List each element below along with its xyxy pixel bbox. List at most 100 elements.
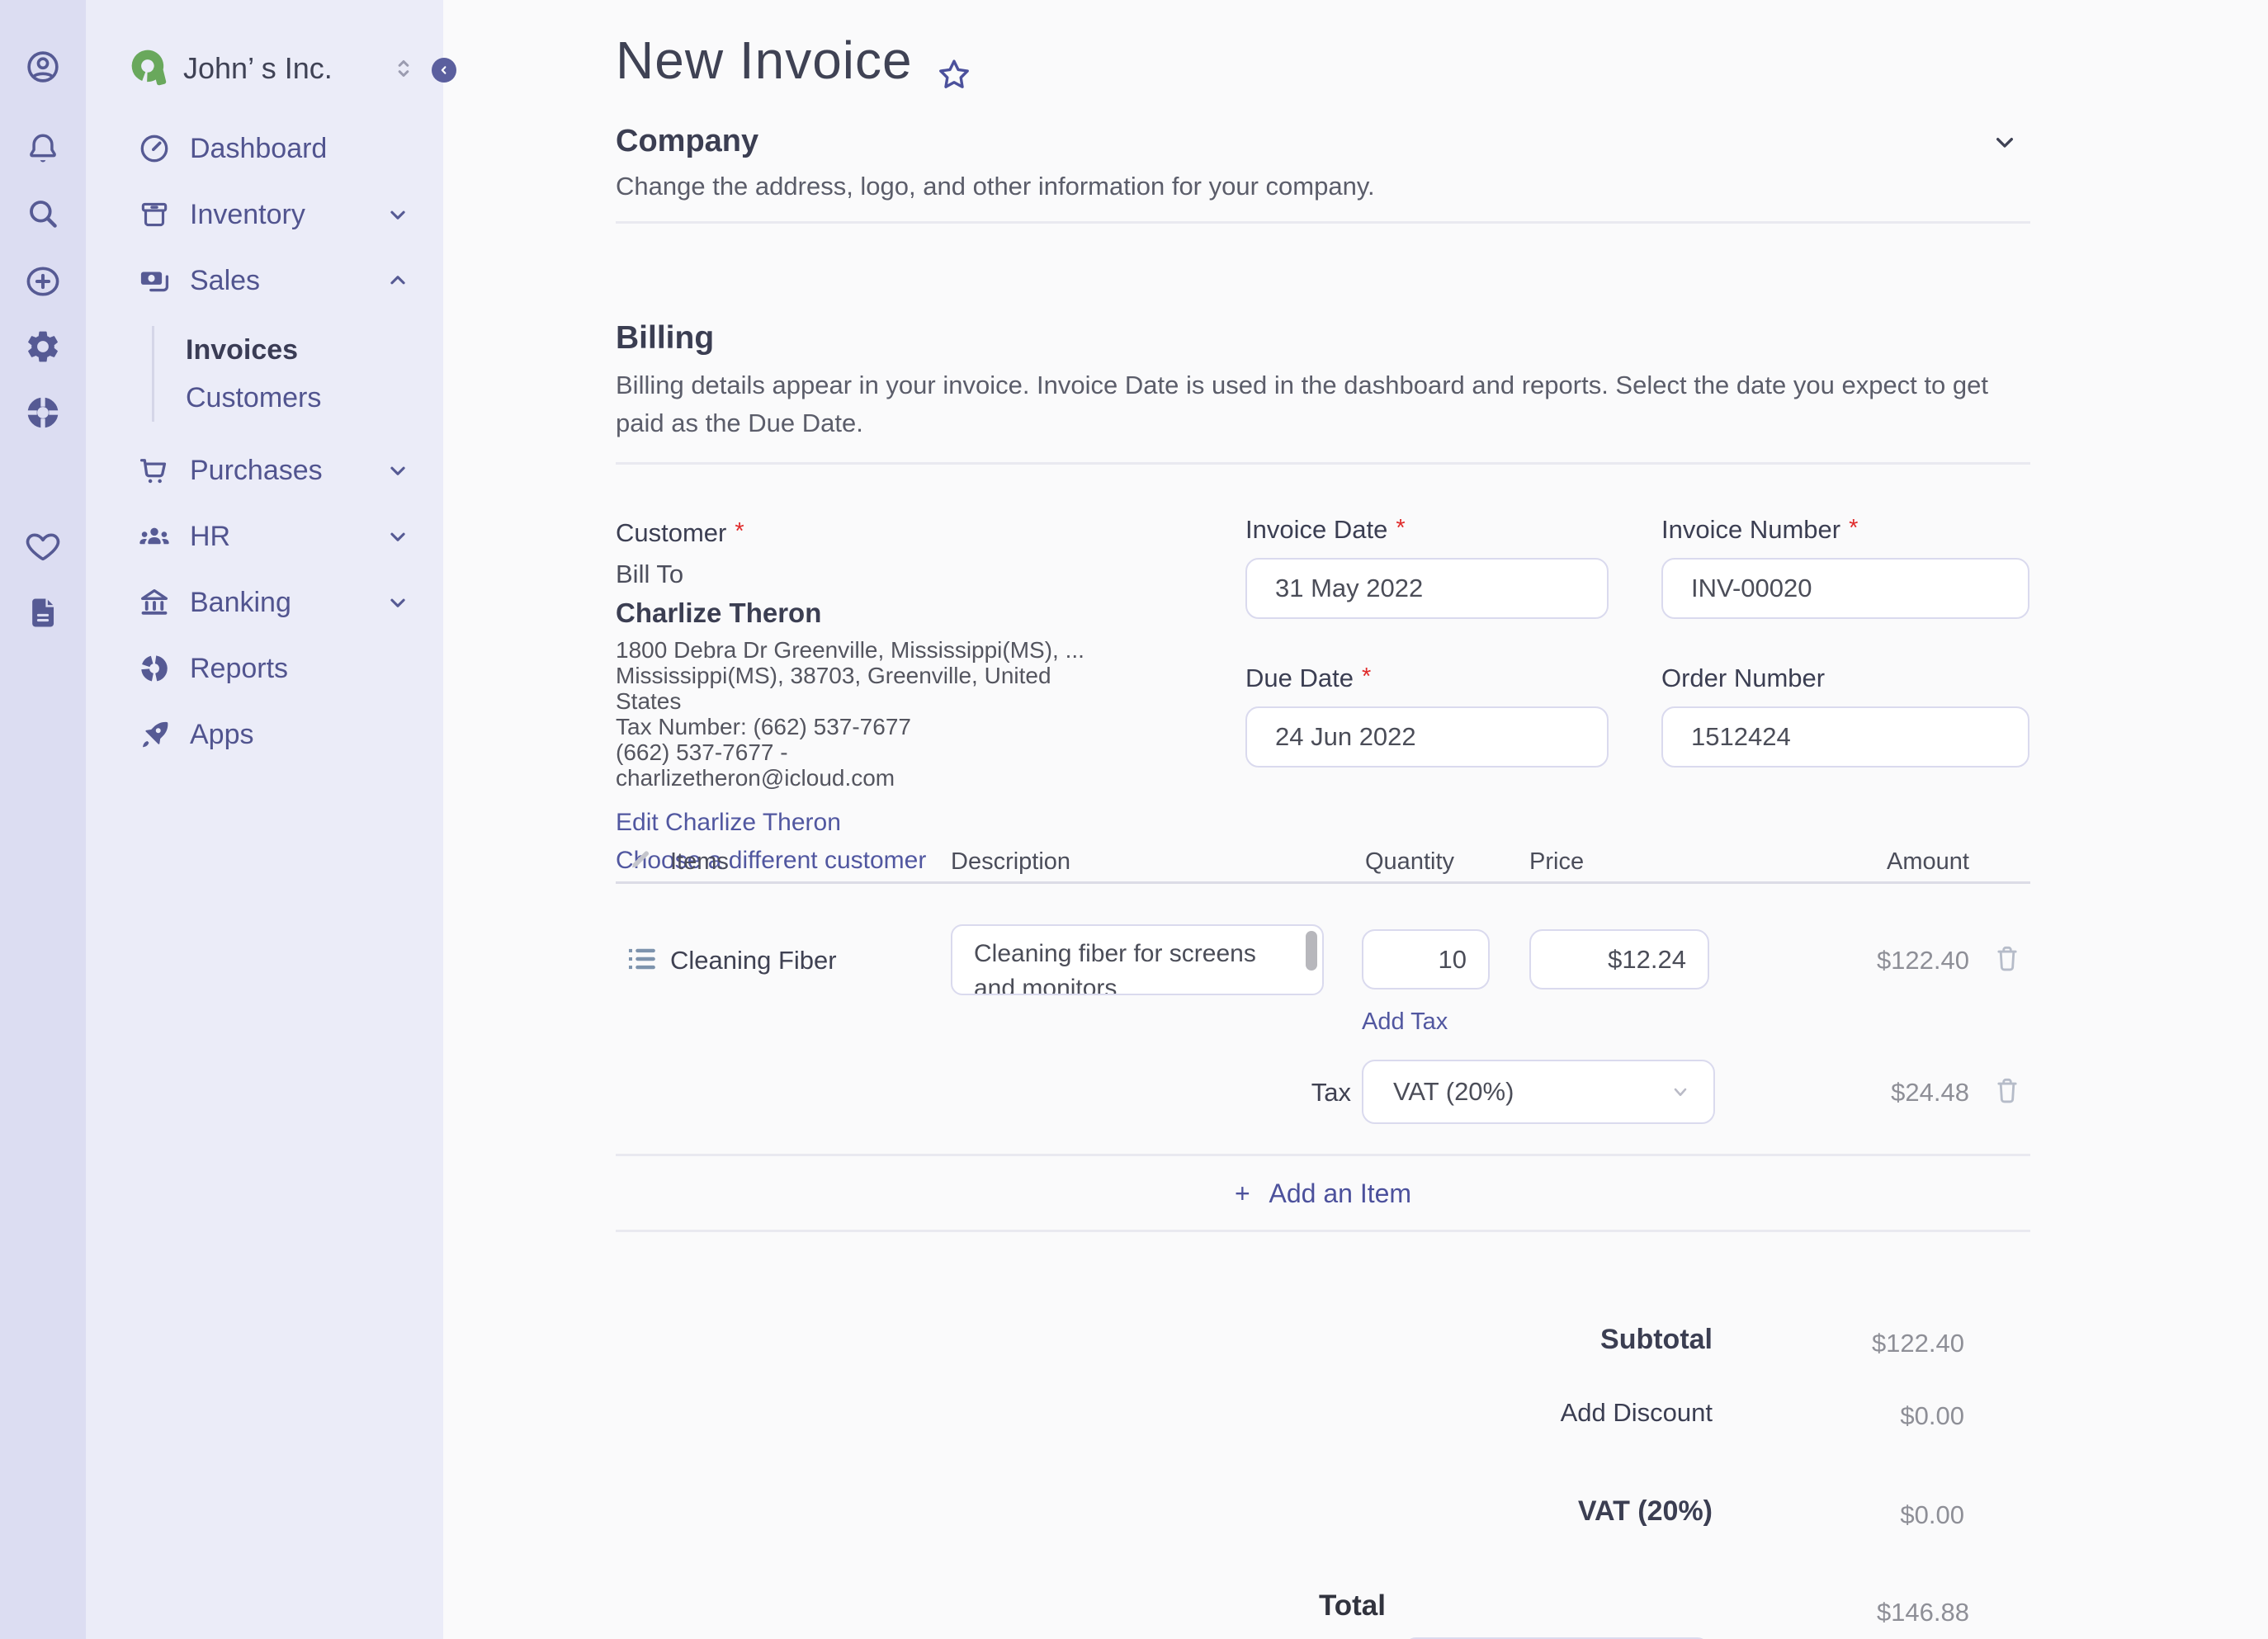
item-price-input[interactable] [1529,929,1709,990]
sidebar-item-banking[interactable]: Banking [86,569,443,635]
page-title-text: New Invoice [616,31,913,90]
sidebar-item-label: Inventory [190,198,305,230]
sales-submenu: Invoices Customers [152,326,443,422]
total-value: $146.88 [1876,1598,1969,1627]
add-item-button[interactable]: + Add an Item [616,1178,2030,1209]
delete-item-trash-icon[interactable] [1992,942,2023,974]
due-date-input[interactable] [1245,706,1609,768]
sidebar-item-label: Reports [190,652,289,684]
due-date-field-group: Due Date * [1245,664,1609,768]
app-canvas: John’ s Inc. Dashboard Inventory Sales I… [0,0,2268,1639]
tax-label: Tax [1311,1078,1351,1107]
apps-rocket-icon [137,717,172,752]
main-content: New Invoice Company Change the address, … [443,0,2268,1639]
address-line: States [616,688,682,714]
invoice-date-label: Invoice Date * [1245,515,1406,544]
add-discount-link[interactable]: Add Discount [1382,1398,1713,1428]
sidebar-collapse-button[interactable] [432,58,456,83]
sidebar-item-sales[interactable]: Sales [86,248,443,314]
column-header-items: Items [670,848,729,875]
add-tax-link[interactable]: Add Tax [1362,1008,1448,1036]
item-quantity-input[interactable] [1362,929,1490,990]
tax-select-value: VAT (20%) [1393,1077,1514,1106]
sidebar-item-dashboard[interactable]: Dashboard [86,116,443,182]
sidebar-item-label: Sales [190,264,261,296]
invoice-number-field-group: Invoice Number * [1661,515,2029,619]
customer-block: Customer * Bill To Charlize Theron 1800 … [616,518,1226,875]
billing-section-description: Billing details appear in your invoice. … [616,371,1988,437]
switch-company-icon[interactable] [390,54,418,83]
required-asterisk: * [735,518,744,545]
plus-icon: + [1234,1178,1250,1208]
hr-people-icon [137,519,172,554]
delete-tax-trash-icon[interactable] [1992,1075,2023,1106]
sidebar-item-inventory[interactable]: Inventory [86,182,443,248]
sidebar-item-label: Apps [190,718,254,750]
sidebar-item-invoices[interactable]: Invoices [154,326,443,374]
sidebar-item-purchases[interactable]: Purchases [86,437,443,503]
company-section-title: Company [616,124,759,158]
banking-bank-icon [137,585,172,620]
item-amount: $122.40 [1876,946,1969,975]
chevron-down-icon [384,456,412,484]
invoice-number-label: Invoice Number * [1661,515,1859,544]
total-label: Total [1318,1589,1386,1622]
bill-to-label: Bill To [616,560,684,588]
sales-icon [137,263,172,298]
settings-gear-icon[interactable] [24,328,62,366]
account-icon[interactable] [24,48,62,86]
company-section-chevron-icon[interactable] [1988,125,2021,158]
item-name: Cleaning Fiber [670,946,837,975]
item-drag-handle-icon[interactable] [623,941,659,977]
column-header-description: Description [951,848,1071,875]
sidebar-item-label: Banking [190,586,291,618]
dashboard-icon [137,131,172,166]
favorites-heart-icon[interactable] [24,527,62,564]
table-header-divider [616,881,2030,884]
edit-customer-link[interactable]: Edit Charlize Theron [616,809,1226,837]
help-lifebuoy-icon[interactable] [24,394,62,432]
subtotal-value: $122.40 [1871,1329,1964,1358]
sidebar-item-customers[interactable]: Customers [154,374,443,422]
company-logo [131,50,167,86]
add-plus-circle-icon[interactable] [24,262,62,300]
favorite-star-icon[interactable] [934,46,974,88]
address-line: 1800 Debra Dr Greenville, Mississippi(MS… [616,637,1084,663]
sidebar-item-label: Purchases [190,454,323,486]
invoice-number-input[interactable] [1661,558,2029,619]
chevron-down-icon [1666,1077,1695,1107]
company-switcher[interactable]: John’ s Inc. [86,0,456,116]
item-description-text: Cleaning fiber for screens and monitors [974,940,1256,995]
discount-value: $0.00 [1900,1401,1964,1430]
icon-rail [0,0,86,1639]
scrollbar-thumb[interactable] [1306,931,1317,971]
invoice-date-input[interactable] [1245,558,1609,619]
required-asterisk: * [1396,515,1406,541]
column-header-amount: Amount [1887,848,1969,875]
company-name: John’ s Inc. [183,51,333,85]
sidebar: John’ s Inc. Dashboard Inventory Sales I… [86,0,456,1639]
customer-phone: (662) 537-7677 - [616,739,788,765]
sidebar-item-hr[interactable]: HR [86,503,443,569]
customer-label: Customer * [616,518,744,547]
sidebar-item-reports[interactable]: Reports [86,635,443,701]
order-number-input[interactable] [1661,706,2029,768]
tax-amount: $24.48 [1891,1078,1969,1107]
item-description-textarea[interactable]: Cleaning fiber for screens and monitors [951,924,1324,995]
notifications-bell-icon[interactable] [24,130,62,168]
customer-name: Charlize Theron [616,598,822,628]
sidebar-item-label: HR [190,520,231,552]
divider [616,1230,2030,1232]
address-line: Mississippi(MS), 38703, Greenville, Unit… [616,663,1051,688]
search-icon[interactable] [24,195,62,233]
required-asterisk: * [1849,515,1859,541]
invoice-fields: Invoice Date * Invoice Number * Due Date… [1245,515,2029,768]
documents-file-icon[interactable] [24,593,62,631]
tax-select[interactable]: VAT (20%) [1362,1060,1715,1124]
company-section-description: Change the address, logo, and other info… [616,172,1375,201]
vat-label: VAT (20%) [1577,1495,1713,1527]
chevron-up-icon [384,267,412,295]
divider [616,462,2030,465]
purchases-cart-icon [137,453,172,488]
sidebar-item-apps[interactable]: Apps [86,701,443,768]
